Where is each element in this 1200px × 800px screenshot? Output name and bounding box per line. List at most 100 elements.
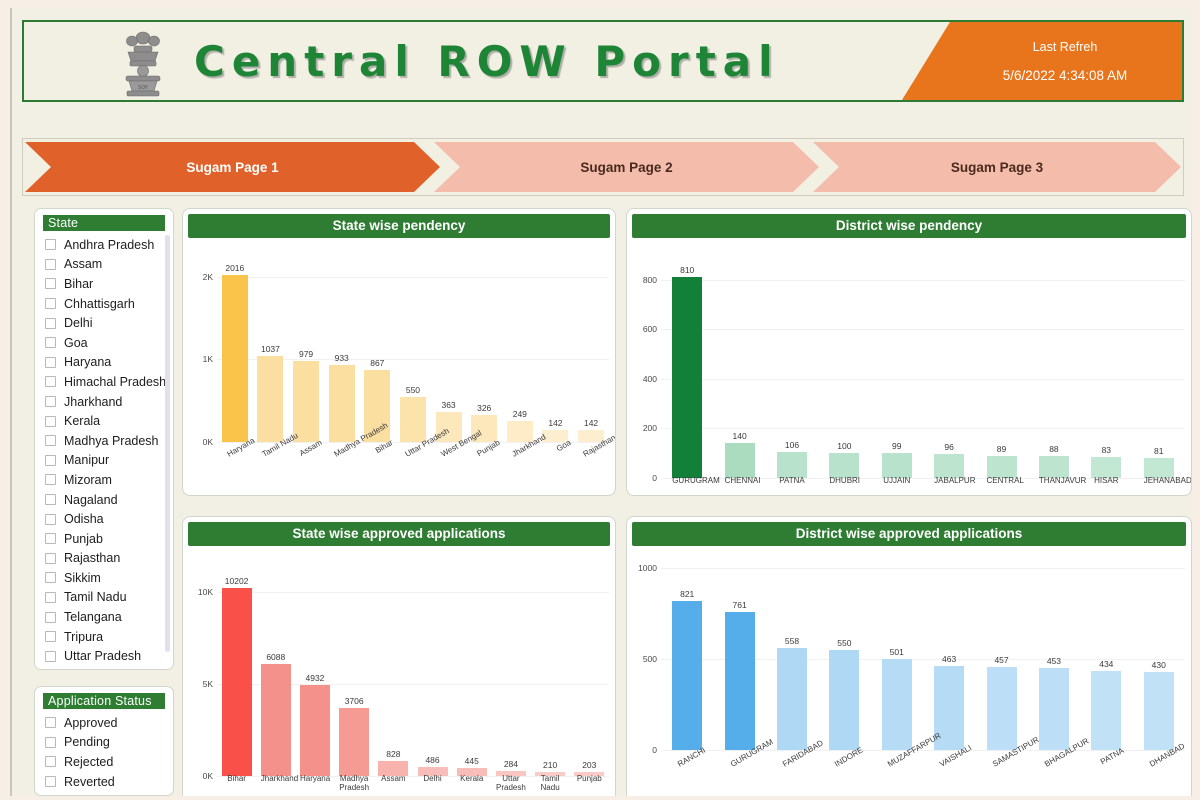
state-filter-item[interactable]: Madhya Pradesh — [45, 431, 173, 451]
checkbox-icon[interactable] — [45, 533, 56, 545]
bar[interactable] — [1091, 671, 1122, 750]
status-filter-item[interactable]: Reverted — [45, 772, 173, 792]
table-row[interactable]: 979 — [293, 238, 320, 442]
state-filter-item[interactable]: Delhi — [45, 313, 173, 333]
table-row[interactable]: 106 — [776, 238, 807, 478]
table-row[interactable]: 249 — [506, 238, 533, 442]
bar[interactable] — [339, 707, 370, 776]
table-row[interactable]: 486 — [417, 546, 448, 776]
table-row[interactable]: 3706 — [339, 546, 370, 776]
checkbox-icon[interactable] — [45, 258, 56, 270]
table-row[interactable]: 100 — [829, 238, 860, 478]
bar[interactable] — [257, 356, 284, 442]
table-row[interactable]: 828 — [378, 546, 409, 776]
table-row[interactable]: 4932 — [299, 546, 330, 776]
table-row[interactable]: 445 — [456, 546, 487, 776]
table-row[interactable]: 453 — [1038, 546, 1069, 750]
status-filter-item[interactable]: Rejected — [45, 752, 173, 772]
checkbox-icon[interactable] — [45, 454, 56, 466]
checkbox-icon[interactable] — [45, 239, 56, 251]
checkbox-icon[interactable] — [45, 717, 56, 729]
application-status-filter-list[interactable]: Approved Pending Rejected Reverted — [35, 711, 173, 793]
checkbox-icon[interactable] — [45, 591, 56, 603]
state-filter-item[interactable]: Manipur — [45, 451, 173, 471]
bar[interactable] — [776, 451, 807, 478]
table-row[interactable]: 142 — [578, 238, 605, 442]
state-filter-item[interactable]: Mizoram — [45, 470, 173, 490]
state-filter-item[interactable]: Rajasthan — [45, 549, 173, 569]
table-row[interactable]: 284 — [495, 546, 526, 776]
state-filter-item[interactable]: Andhra Pradesh — [45, 235, 173, 255]
checkbox-icon[interactable] — [45, 356, 56, 368]
table-row[interactable]: 933 — [328, 238, 355, 442]
checkbox-icon[interactable] — [45, 552, 56, 564]
chart-plot-district-wise-approved-applications[interactable]: 0 500 1000 821 761 558 550 501 463 457 453 434 430 RA… — [627, 546, 1191, 796]
checkbox-icon[interactable] — [45, 278, 56, 290]
table-row[interactable]: 326 — [471, 238, 498, 442]
state-filter-list[interactable]: Andhra Pradesh Assam Bihar Chhattisgarh Delh… — [35, 233, 173, 667]
checkbox-icon[interactable] — [45, 756, 56, 768]
table-row[interactable]: 203 — [574, 546, 605, 776]
table-row[interactable]: 867 — [364, 238, 391, 442]
bar[interactable] — [1091, 457, 1122, 478]
bar[interactable] — [986, 666, 1017, 750]
checkbox-icon[interactable] — [45, 337, 56, 349]
table-row[interactable]: 430 — [1143, 546, 1174, 750]
table-row[interactable]: 10202 — [221, 546, 252, 776]
table-row[interactable]: 558 — [776, 546, 807, 750]
state-filter-item[interactable]: Assam — [45, 255, 173, 275]
table-row[interactable]: 2016 — [221, 238, 248, 442]
state-filter-item[interactable]: Bihar — [45, 274, 173, 294]
tab-sugam-page-1[interactable]: Sugam Page 1 — [25, 142, 440, 192]
tab-sugam-page-2[interactable]: Sugam Page 2 — [434, 142, 819, 192]
chart-plot-district-wise-pendency[interactable]: 0 200 400 600 800 810 140 106 100 99 96 89 88 83 81 GUR… — [627, 238, 1191, 494]
checkbox-icon[interactable] — [45, 474, 56, 486]
table-row[interactable]: 363 — [435, 238, 462, 442]
table-row[interactable]: 81 — [1143, 238, 1174, 478]
bar[interactable] — [881, 453, 912, 478]
state-filter-item[interactable]: Tamil Nadu — [45, 588, 173, 608]
state-filter-item[interactable]: Goa — [45, 333, 173, 353]
checkbox-icon[interactable] — [45, 435, 56, 447]
bar[interactable] — [299, 685, 330, 776]
state-filter-item[interactable]: Sikkim — [45, 568, 173, 588]
bar[interactable] — [1038, 667, 1069, 750]
bar[interactable] — [776, 648, 807, 750]
checkbox-icon[interactable] — [45, 631, 56, 643]
table-row[interactable]: 457 — [986, 546, 1017, 750]
table-row[interactable]: 89 — [986, 238, 1017, 478]
checkbox-icon[interactable] — [45, 650, 56, 662]
bar[interactable] — [724, 443, 755, 478]
checkbox-icon[interactable] — [45, 376, 56, 388]
checkbox-icon[interactable] — [45, 513, 56, 525]
bar[interactable] — [1143, 457, 1174, 478]
bar[interactable] — [934, 454, 965, 478]
checkbox-icon[interactable] — [45, 317, 56, 329]
bar[interactable] — [1143, 671, 1174, 750]
state-filter-item[interactable]: Himachal Pradesh — [45, 372, 173, 392]
table-row[interactable]: 810 — [672, 238, 703, 478]
table-row[interactable]: 88 — [1038, 238, 1069, 478]
state-filter-item[interactable]: Odisha — [45, 509, 173, 529]
state-filter-item[interactable]: Punjab — [45, 529, 173, 549]
state-filter-item[interactable]: Haryana — [45, 353, 173, 373]
table-row[interactable]: 821 — [672, 546, 703, 750]
status-filter-item[interactable]: Approved — [45, 713, 173, 733]
status-filter-item[interactable]: Pending — [45, 733, 173, 753]
bar[interactable] — [881, 658, 912, 750]
bar[interactable] — [672, 277, 703, 478]
table-row[interactable]: 96 — [934, 238, 965, 478]
table-row[interactable]: 434 — [1091, 546, 1122, 750]
table-row[interactable]: 142 — [542, 238, 569, 442]
bar[interactable] — [1038, 456, 1069, 478]
checkbox-icon[interactable] — [45, 396, 56, 408]
chart-plot-state-wise-approved-applications[interactable]: 0K 5K 10K 10202 6088 4932 3706 828 486 445 284 210 2… — [183, 546, 615, 796]
state-filter-item[interactable]: Tripura — [45, 627, 173, 647]
state-filter-item[interactable]: Kerala — [45, 411, 173, 431]
table-row[interactable]: 550 — [399, 238, 426, 442]
state-filter-item[interactable]: Jharkhand — [45, 392, 173, 412]
bar[interactable] — [221, 588, 252, 776]
chart-plot-state-wise-pendency[interactable]: 0K 1K 2K 2016 1037 979 933 867 550 363 326 249 142 14… — [183, 238, 615, 494]
table-row[interactable]: 501 — [881, 546, 912, 750]
bar[interactable] — [293, 361, 320, 442]
